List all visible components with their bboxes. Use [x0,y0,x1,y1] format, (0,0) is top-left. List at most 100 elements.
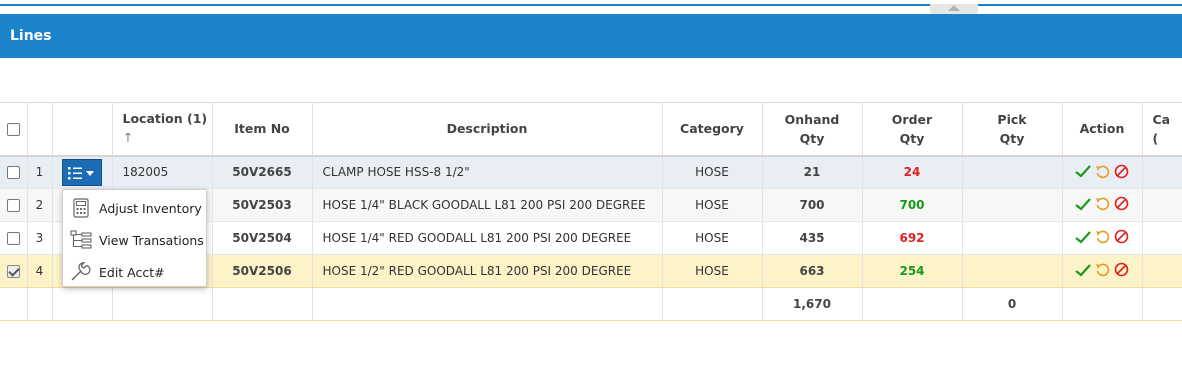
totals-empty-cell [0,287,28,321]
description-cell: HOSE 1/4" BLACK GOODALL L81 200 PSI 200 … [312,188,663,222]
row-number-header [27,102,53,157]
menu-item-adjust-inventory[interactable]: Adjust Inventory [63,192,206,224]
totals-row: 1,670 0 [0,287,1182,321]
onhand-qty-cell: 700 [762,188,863,222]
next-header-line2: ( [1152,130,1159,146]
column-header-pick-qty[interactable]: Pick Qty [962,102,1063,157]
action-header-label: Action [1079,121,1125,137]
column-header-category[interactable]: Category [662,102,763,157]
row-menu-button[interactable] [62,158,102,186]
column-header-next[interactable]: Ca ( [1142,102,1182,157]
description-header-label: Description [446,121,528,137]
cancel-icon[interactable] [1114,164,1129,179]
tree-structure-icon [70,230,92,249]
order-qty-cell[interactable]: 700 [862,188,963,222]
cancel-icon[interactable] [1114,196,1129,211]
row-select-cell[interactable] [0,254,28,288]
next-cell [1142,221,1182,255]
order-qty-cell[interactable]: 24 [862,155,963,189]
row-number: 4 [27,254,53,288]
category-cell: HOSE [662,254,763,288]
list-menu-icon [68,166,94,180]
totals-empty-cell [52,287,113,321]
totals-empty-cell [1062,287,1143,321]
order-qty-cell[interactable]: 692 [862,221,963,255]
onhand-qty-cell: 435 [762,221,863,255]
undo-icon[interactable] [1095,196,1110,211]
select-all-cell[interactable] [0,102,28,157]
cancel-icon[interactable] [1114,262,1129,277]
pick-qty-cell[interactable] [962,188,1063,222]
row-context-menu: Adjust Inventory View Transations Edit A… [62,189,207,287]
next-cell [1142,254,1182,288]
onhand-header-line1: Onhand [784,111,840,127]
location-header-label: Location (1) [122,111,208,127]
order-header-line1: Order [891,111,933,127]
action-cell [1062,254,1143,288]
column-header-order-qty[interactable]: Order Qty [862,102,963,157]
cancel-icon[interactable] [1114,229,1129,244]
check-icon[interactable] [1075,230,1091,244]
row-select-cell[interactable] [0,155,28,189]
undo-icon[interactable] [1095,262,1110,277]
row-number: 2 [27,188,53,222]
next-cell [1142,188,1182,222]
check-icon[interactable] [1075,197,1091,211]
collapse-arrow-icon[interactable] [948,5,960,11]
pick-qty-cell[interactable] [962,254,1063,288]
category-header-label: Category [680,121,744,137]
row-checkbox[interactable] [6,166,20,180]
description-cell: HOSE 1/2" RED GOODALL L81 200 PSI 200 DE… [312,254,663,288]
chevron-down-icon [86,170,94,176]
action-cell [1062,155,1143,189]
wrench-icon [71,262,91,281]
row-checkbox[interactable] [6,265,20,278]
column-header-onhand-qty[interactable]: Onhand Qty [762,102,863,157]
pick-total: 0 [962,287,1063,321]
pick-qty-cell[interactable] [962,221,1063,255]
row-checkbox[interactable] [6,232,20,245]
column-header-item-no[interactable]: Item No [212,102,313,157]
row-select-cell[interactable] [0,188,28,222]
menu-item-view-transations[interactable]: View Transations [63,224,206,256]
table-row[interactable]: 1 182005 50V2665 CLAMP HOSE HSS-8 1/2" H… [0,155,1182,189]
totals-empty-cell [212,287,313,321]
row-number: 1 [27,155,53,189]
onhand-total: 1,670 [762,287,863,321]
pick-header-line1: Pick [997,111,1027,127]
pick-qty-cell[interactable] [962,155,1063,189]
description-cell: HOSE 1/4" RED GOODALL L81 200 PSI 200 DE… [312,221,663,255]
check-icon[interactable] [1075,263,1091,277]
menu-item-label: Adjust Inventory [99,200,202,216]
order-qty-cell[interactable]: 254 [862,254,963,288]
column-header-action[interactable]: Action [1062,102,1143,157]
menu-item-label: Edit Acct# [99,264,165,280]
onhand-qty-cell: 21 [762,155,863,189]
location-cell: 182005 [112,155,213,189]
totals-empty-cell [312,287,663,321]
row-select-cell[interactable] [0,221,28,255]
column-header-location[interactable]: Location (1) ↑ [112,102,213,157]
onhand-header-line2: Qty [799,130,825,146]
top-border-line [0,4,1182,6]
undo-icon[interactable] [1095,229,1110,244]
category-cell: HOSE [662,188,763,222]
item-no-cell: 50V2506 [212,254,313,288]
row-checkbox[interactable] [6,199,20,212]
undo-icon[interactable] [1095,164,1110,179]
menu-item-edit-acct[interactable]: Edit Acct# [63,256,206,288]
item-no-cell: 50V2504 [212,221,313,255]
totals-empty-cell [1142,287,1182,321]
check-icon[interactable] [1075,164,1091,178]
totals-empty-cell [662,287,763,321]
select-all-checkbox[interactable] [6,123,20,137]
pick-header-line2: Qty [999,130,1025,146]
column-header-description[interactable]: Description [312,102,663,157]
row-menu-cell[interactable] [52,155,113,189]
panel-header: Lines [0,14,1182,58]
onhand-qty-cell: 663 [762,254,863,288]
sort-ascending-icon: ↑ [122,131,134,147]
order-header-line2: Qty [899,130,925,146]
panel-title: Lines [10,28,52,44]
item-no-header-label: Item No [234,121,290,137]
